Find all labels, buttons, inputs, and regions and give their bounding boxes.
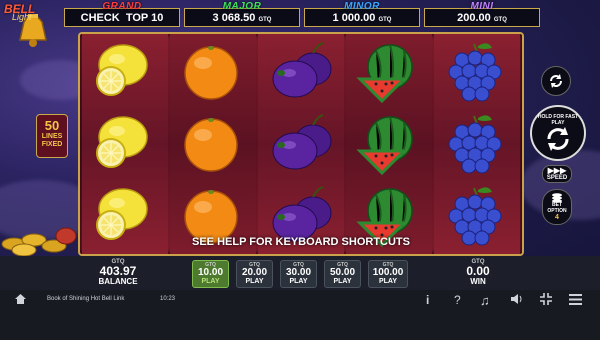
watermelon-icon <box>344 106 430 178</box>
jackpot-major-title: MAJOR <box>222 1 262 12</box>
fixed-label: FIXED <box>41 141 63 148</box>
lines-fixed-badge: 50 LINES FIXED <box>36 114 68 158</box>
bet-play-label: PLAY <box>245 278 264 285</box>
autoplay-button[interactable] <box>541 66 571 96</box>
lemon-icon <box>80 106 166 178</box>
bet-value: 50.00 <box>329 267 356 278</box>
bet-play-label: PLAY <box>333 278 352 285</box>
lemon-icon <box>80 34 166 106</box>
sound-icon[interactable] <box>510 293 524 308</box>
balance-value: 403.97 <box>99 264 137 278</box>
bet-value: 20.00 <box>241 267 268 278</box>
bet-value: 10.00 <box>197 267 224 278</box>
jackpot-grand: GRAND CHECK TOP 10 <box>64 1 180 27</box>
plum-icon <box>256 34 342 106</box>
home-icon[interactable] <box>14 293 27 308</box>
spin-button[interactable]: HOLD FOR FAST PLAY <box>530 105 586 161</box>
bet-option-button[interactable]: BET OPTION 4 <box>542 189 572 225</box>
orange-icon <box>168 34 254 106</box>
keyboard-shortcuts-hint: SEE HELP FOR KEYBOARD SHORTCUTS <box>192 236 410 248</box>
menu-icon[interactable] <box>569 293 582 308</box>
jackpot-mini-currency: GTQ <box>493 17 507 23</box>
jackpot-mini: MINI 200.00 GTQ <box>424 1 540 27</box>
speed-label: SPEED <box>546 175 568 181</box>
watermelon-icon <box>344 34 430 106</box>
lines-count: 50 <box>44 118 60 133</box>
jackpot-mini-value: 200.00 <box>457 12 491 24</box>
help-icon[interactable]: ? <box>454 293 461 307</box>
win-display: GTQ 0.00 WIN <box>458 259 498 286</box>
bet-button-10[interactable]: GTQ 10.00 PLAY <box>192 260 229 288</box>
jackpot-mini-title: MINI <box>470 1 494 12</box>
exit-fullscreen-icon[interactable] <box>540 293 552 308</box>
grapes-icon <box>432 34 518 106</box>
speed-button[interactable]: ▶▶▶ SPEED <box>542 165 572 183</box>
orange-icon <box>168 106 254 178</box>
jackpot-minor-value: 1 000.00 <box>332 12 376 24</box>
music-icon[interactable]: ♫ <box>480 293 490 308</box>
game-name-label: Book of Shining Hot Bell Link <box>47 296 125 302</box>
bet-option-value: 4 <box>555 214 559 221</box>
jackpot-minor-title: MINOR <box>344 1 380 12</box>
bet-value: 30.00 <box>285 267 312 278</box>
bet-button-20[interactable]: GTQ 20.00 PLAY <box>236 260 273 288</box>
game-logo: BELL Light <box>2 0 62 60</box>
gold-coins-icon <box>1 227 77 257</box>
jackpot-major: MAJOR 3 068.50 GTQ <box>184 1 300 27</box>
win-value: 0.00 <box>466 264 490 278</box>
bet-play-label: PLAY <box>378 278 398 285</box>
bet-play-label: PLAY <box>201 278 220 285</box>
bet-value: 100.00 <box>372 267 404 278</box>
hold-for-fast-play-label: HOLD FOR FAST PLAY <box>537 114 579 126</box>
autoplay-icon <box>550 74 562 88</box>
jackpot-minor-currency: GTQ <box>378 17 392 23</box>
spin-arrows-icon <box>547 127 569 151</box>
bet-play-label: PLAY <box>289 278 308 285</box>
bet-button-50[interactable]: GTQ 50.00 PLAY <box>324 260 361 288</box>
balance-display: GTQ 403.97 BALANCE <box>98 259 138 286</box>
jackpot-grand-value: CHECK TOP 10 <box>80 12 164 24</box>
jackpot-minor: MINOR 1 000.00 GTQ <box>304 1 420 27</box>
win-label: WIN <box>470 277 486 286</box>
fast-forward-icon: ▶▶▶ <box>547 166 567 175</box>
jackpot-major-value: 3 068.50 <box>212 12 256 24</box>
jackpot-grand-title: GRAND <box>102 1 142 12</box>
balance-label: BALANCE <box>98 277 138 286</box>
grapes-icon <box>432 106 518 178</box>
symbol-grid <box>80 34 522 254</box>
bet-button-100[interactable]: GTQ 100.00 PLAY <box>368 260 408 288</box>
plum-icon <box>256 106 342 178</box>
jackpot-major-currency: GTQ <box>258 17 272 23</box>
bet-button-30[interactable]: GTQ 30.00 PLAY <box>280 260 317 288</box>
clock-label: 10:23 <box>160 296 176 302</box>
info-icon[interactable]: i <box>426 293 429 307</box>
lines-label: LINES <box>41 133 63 140</box>
